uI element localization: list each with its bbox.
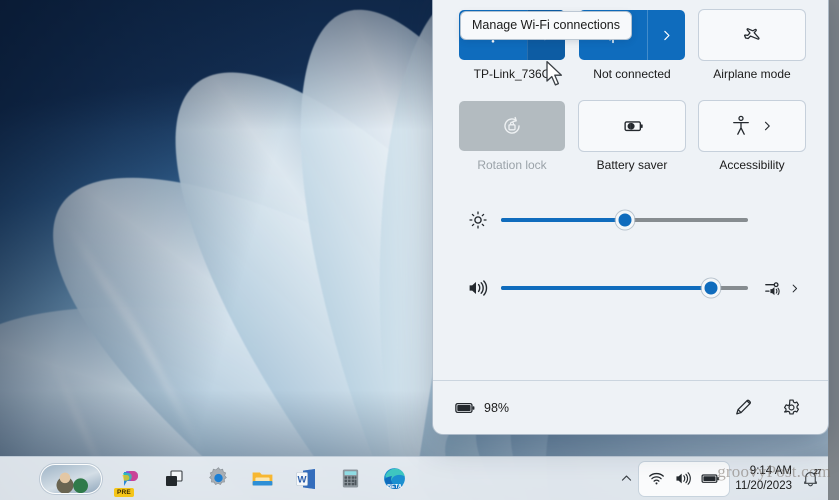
start-button[interactable] (40, 463, 102, 494)
all-settings-button[interactable] (776, 393, 806, 423)
start-photo-icon (41, 464, 101, 493)
battery-saver-tile[interactable] (579, 101, 685, 151)
folder-icon (252, 472, 272, 486)
volume-slider-fill (501, 286, 711, 290)
airplane-mode-tile-label: Airplane mode (713, 67, 791, 81)
volume-icon (676, 472, 692, 485)
volume-slider-row[interactable] (459, 266, 802, 310)
taskbar-item-calculator[interactable] (330, 460, 370, 498)
quick-setting-accessibility[interactable]: Accessibility (699, 101, 805, 172)
audio-output-selector-icon (765, 282, 780, 296)
wifi-icon (649, 472, 665, 485)
airplane-mode-tile[interactable] (699, 10, 805, 60)
brightness-slider-fill (501, 218, 625, 222)
battery-icon (455, 402, 475, 413)
volume-slider-track[interactable] (501, 278, 748, 298)
quick-settings-panel[interactable]: TP-Link_736C Not connected Airplane mode… (433, 0, 828, 434)
edge-badge: BETA (387, 484, 402, 490)
volume-icon (461, 278, 495, 298)
taskbar-item-copilot[interactable]: PRE (110, 460, 150, 498)
word-letter: W (298, 474, 307, 485)
brightness-slider-knob[interactable] (615, 210, 634, 230)
tray-chevron-up-icon[interactable] (613, 460, 639, 498)
taskbar-item-task-view[interactable] (154, 460, 194, 498)
brightness-slider-track[interactable] (501, 210, 748, 230)
edge-icon: BETA (383, 468, 405, 490)
bluetooth-chevron-button[interactable] (647, 10, 685, 60)
accessibility-tile[interactable] (699, 101, 805, 151)
accessibility-icon (733, 115, 749, 135)
taskbar-item-settings[interactable] (198, 460, 238, 498)
battery-saver-tile-label: Battery saver (596, 158, 668, 172)
gear-icon (208, 467, 227, 486)
rotation-lock-tile-label: Rotation lock (477, 158, 547, 172)
accessibility-tile-label: Accessibility (719, 158, 785, 172)
task-view-icon (166, 469, 183, 486)
taskbar-item-file-explorer[interactable] (242, 460, 282, 498)
tooltip: Manage Wi-Fi connections (461, 12, 631, 39)
watermark: groovyPost.com (717, 462, 831, 481)
copilot-badge: PRE (114, 487, 134, 497)
quick-setting-battery-saver[interactable]: Battery saver (579, 101, 685, 172)
battery-percent-label: 98% (484, 400, 510, 415)
chevron-right-icon[interactable] (789, 283, 800, 294)
airplane-icon (743, 27, 760, 40)
pencil-icon (735, 399, 751, 415)
rotation-lock-icon (504, 116, 520, 134)
battery-status[interactable]: 98% (455, 401, 509, 415)
gear-icon (783, 399, 799, 415)
brightness-icon (461, 210, 495, 230)
word-icon: W (296, 468, 315, 489)
edit-quick-settings-button[interactable] (728, 393, 758, 423)
wifi-tile-label: TP-Link_736C (473, 67, 551, 81)
volume-slider-knob[interactable] (701, 278, 721, 298)
calculator-icon (342, 469, 358, 488)
chevron-right-icon (664, 30, 670, 40)
taskbar-item-edge[interactable]: BETA (374, 460, 414, 498)
brightness-slider-row[interactable] (459, 198, 802, 242)
tray-status-button[interactable] (639, 461, 730, 496)
bluetooth-tile-label: Not connected (593, 67, 671, 81)
battery-saver-icon (624, 121, 643, 132)
taskbar[interactable]: PRE W BETA 9:14 AM 11/20/2023 27 (0, 456, 828, 500)
quick-setting-airplane-mode[interactable]: Airplane mode (699, 10, 805, 81)
audio-output-selector[interactable] (754, 278, 800, 298)
quick-settings-row-2: Rotation lock Battery saver Accessibilit… (459, 101, 805, 172)
accessibility-chevron-icon[interactable] (761, 120, 773, 132)
quick-setting-rotation-lock: Rotation lock (459, 101, 565, 172)
taskbar-item-word[interactable]: W (286, 460, 326, 498)
copilot-icon (122, 470, 138, 486)
tooltip-text: Manage Wi-Fi connections (472, 18, 620, 32)
rotation-lock-tile (459, 101, 565, 151)
footer-actions (728, 393, 806, 423)
quick-settings-footer: 98% (433, 380, 828, 434)
taskbar-app-area[interactable]: PRE W BETA (0, 460, 414, 498)
